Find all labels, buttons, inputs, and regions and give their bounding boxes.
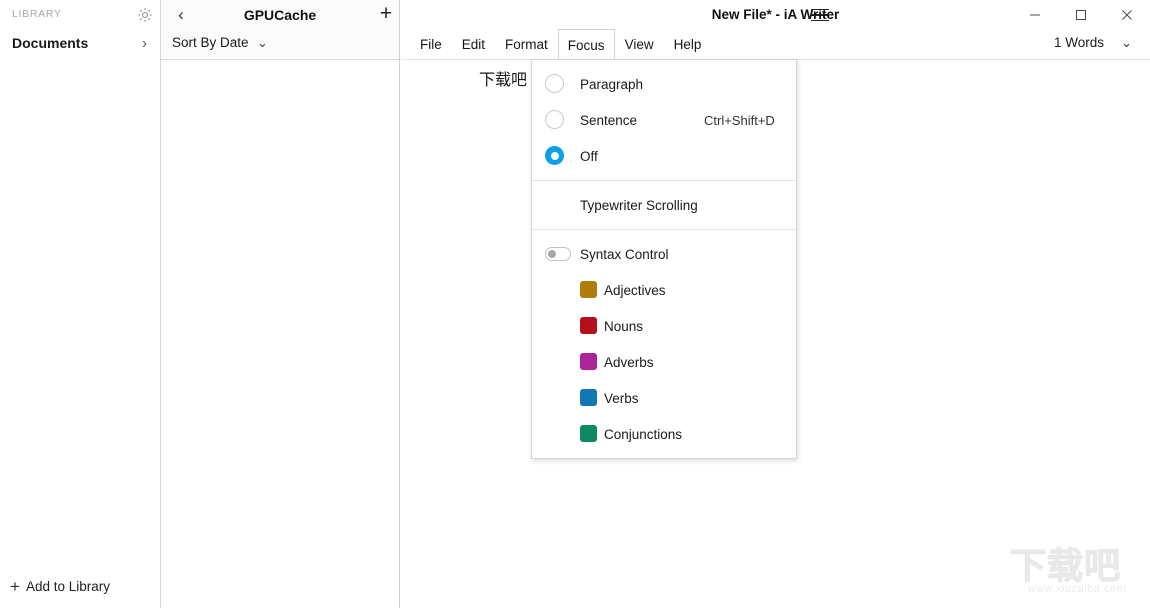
focus-mode-sentence-label: Sentence (580, 112, 638, 128)
focus-menu-dropdown: Paragraph Sentence Ctrl+Shift+D Off Type… (531, 59, 797, 459)
menu-file[interactable]: File (410, 29, 452, 60)
radio-icon-selected (545, 146, 564, 165)
editor-content[interactable]: 下载吧 (479, 66, 527, 90)
sidebar-item-documents[interactable]: Documents › (0, 30, 160, 58)
hamburger-icon[interactable] (811, 5, 833, 25)
syntax-control-label: Syntax Control (580, 246, 669, 262)
typewriter-section: Typewriter Scrolling (532, 181, 796, 229)
syntax-control-section: Syntax Control Adjectives Nouns Adverbs … (532, 230, 796, 458)
hamburger-line (811, 19, 829, 22)
chevron-right-icon: › (142, 35, 147, 52)
syntax-control-item[interactable]: Syntax Control (532, 236, 796, 272)
document-list-pane: ‹ GPUCache + Sort By Date ⌄ (161, 0, 400, 608)
minimize-icon (1030, 14, 1040, 15)
color-swatch-icon (580, 425, 597, 442)
library-header-label: LIBRARY (12, 8, 62, 20)
focus-mode-paragraph[interactable]: Paragraph (532, 66, 796, 102)
menu-edit[interactable]: Edit (452, 29, 495, 60)
color-swatch-icon (580, 389, 597, 406)
syntax-item-nouns[interactable]: Nouns (532, 308, 796, 344)
ia-writer-window: LIBRARY Documents › + Add to Library ‹ G… (0, 0, 1150, 608)
hamburger-line (811, 8, 829, 11)
radio-icon (545, 74, 564, 93)
word-count[interactable]: 1 Words (1054, 35, 1104, 50)
focus-mode-sentence[interactable]: Sentence Ctrl+Shift+D (532, 102, 796, 138)
syntax-item-conjunctions-label: Conjunctions (604, 426, 683, 442)
maximize-button[interactable] (1058, 0, 1104, 29)
close-icon (1122, 9, 1132, 20)
document-list-title: GPUCache (243, 7, 317, 23)
document-list-titlebar: ‹ GPUCache + (161, 0, 399, 29)
watermark-text: 下载吧 (1010, 545, 1122, 586)
focus-mode-sentence-shortcut: Ctrl+Shift+D (704, 112, 775, 128)
plus-icon: + (10, 577, 20, 596)
menu-help[interactable]: Help (664, 29, 712, 60)
color-swatch-icon (580, 317, 597, 334)
syntax-item-nouns-label: Nouns (604, 318, 644, 334)
radio-icon (545, 110, 564, 129)
document-title: New File* (711, 7, 772, 22)
hamburger-line (811, 14, 829, 16)
menu-view[interactable]: View (615, 29, 664, 60)
gear-icon[interactable] (134, 4, 156, 26)
color-swatch-icon (580, 281, 597, 298)
chevron-down-icon[interactable]: ⌄ (257, 35, 268, 51)
window-controls (1012, 0, 1150, 29)
focus-mode-off-label: Off (580, 148, 598, 164)
maximize-icon (1076, 9, 1086, 20)
syntax-item-conjunctions[interactable]: Conjunctions (532, 416, 796, 452)
watermark: 下载吧 www.xiazaiba.com (1010, 545, 1144, 604)
new-document-button[interactable]: + (375, 3, 397, 25)
menu-items: File Edit Format Focus View Help (410, 29, 712, 61)
watermark-url: www.xiazaiba.com (1027, 583, 1127, 595)
focus-mode-paragraph-label: Paragraph (580, 76, 644, 92)
chevron-down-icon[interactable]: ⌄ (1121, 35, 1132, 51)
typewriter-scrolling-item[interactable]: Typewriter Scrolling (532, 187, 796, 223)
syntax-item-verbs[interactable]: Verbs (532, 380, 796, 416)
close-button[interactable] (1104, 0, 1150, 29)
syntax-item-adverbs[interactable]: Adverbs (532, 344, 796, 380)
toggle-icon[interactable] (545, 247, 571, 261)
syntax-item-adverbs-label: Adverbs (604, 354, 654, 370)
color-swatch-icon (580, 353, 597, 370)
menu-focus[interactable]: Focus (557, 29, 615, 61)
window-titlebar: New File* - iA Writer Trial: 14 Remainin… (401, 0, 1150, 29)
menu-format[interactable]: Format (495, 29, 558, 60)
syntax-item-adjectives[interactable]: Adjectives (532, 272, 796, 308)
library-header: LIBRARY (0, 0, 160, 29)
syntax-item-verbs-label: Verbs (604, 390, 639, 406)
sort-by-date-button[interactable]: Sort By Date (172, 35, 249, 50)
gear-icon-svg (138, 8, 152, 22)
focus-mode-section: Paragraph Sentence Ctrl+Shift+D Off (532, 60, 796, 180)
focus-mode-off[interactable]: Off (532, 138, 796, 174)
add-to-library-button[interactable]: + Add to Library (0, 574, 160, 600)
sidebar-item-label: Documents (12, 35, 89, 51)
add-to-library-label: Add to Library (26, 579, 111, 594)
syntax-item-adjectives-label: Adjectives (604, 282, 666, 298)
menu-bar: File Edit Format Focus View Help 1 Words… (401, 29, 1150, 61)
minimize-button[interactable] (1012, 0, 1058, 29)
typewriter-scrolling-label: Typewriter Scrolling (580, 197, 698, 213)
sort-bar: Sort By Date ⌄ (161, 29, 399, 60)
library-sidebar: LIBRARY Documents › + Add to Library (0, 0, 161, 608)
document-list-body[interactable] (161, 60, 399, 608)
